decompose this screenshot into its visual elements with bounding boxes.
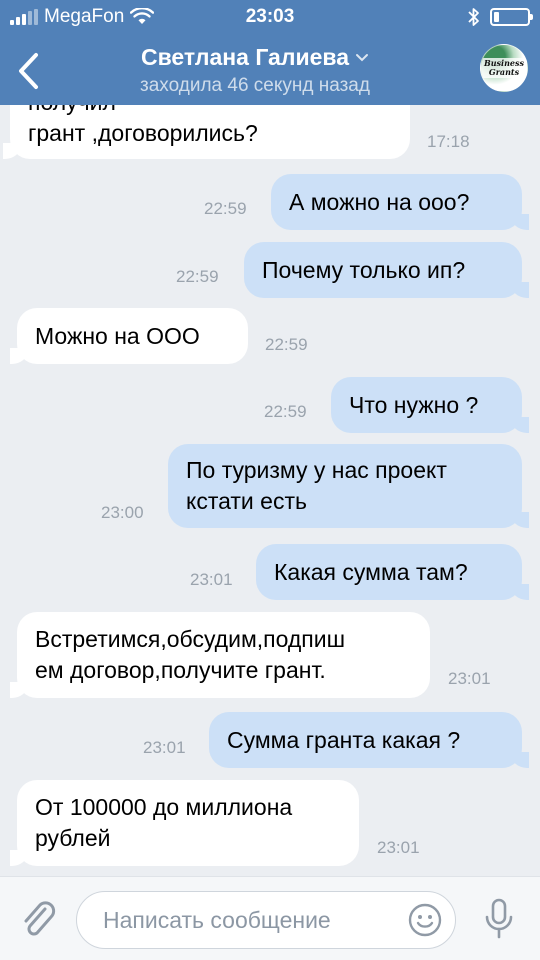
message-text: Какая сумма там?: [274, 558, 468, 585]
avatar[interactable]: Business Grants: [480, 44, 528, 92]
message-time: 23:01: [377, 838, 420, 857]
message-time: 22:59: [265, 335, 308, 354]
message-time: 23:01: [143, 738, 186, 757]
message-time: 22:59: [264, 402, 307, 421]
status-right: [468, 7, 533, 27]
message-time: 23:00: [101, 503, 144, 522]
smiley-icon: [408, 903, 442, 937]
message-bubble[interactable]: Можно на ООО: [10, 308, 248, 364]
battery-icon: [490, 8, 533, 26]
message-composer: Написать сообщение: [0, 876, 540, 960]
message-bubble[interactable]: получил грант ,договорились?: [3, 105, 410, 159]
chat-header: MegaFon 23:03 Светлана Галиева заходила …: [0, 0, 540, 105]
emoji-button[interactable]: [408, 903, 442, 937]
message-bubble[interactable]: От 100000 до миллиона рублей: [10, 780, 359, 866]
status-time: 23:03: [245, 6, 295, 27]
message-time: 22:59: [204, 199, 247, 218]
message-bubble[interactable]: А можно на ооо?: [271, 174, 529, 230]
message-time: 23:01: [448, 669, 491, 688]
message-time: 23:01: [190, 570, 233, 589]
message-time: 17:18: [427, 132, 470, 151]
message-text: От 100000 до миллиона рублей: [35, 794, 293, 851]
avatar-logo-text: Business Grants: [481, 58, 527, 78]
message-input-placeholder: Написать сообщение: [103, 906, 331, 933]
message-text: Встретимся,обсудим,подпиш ем договор,пол…: [35, 626, 346, 683]
message-list[interactable]: получил грант ,договорились? 17:18 А мож…: [0, 105, 540, 876]
message-bubble[interactable]: Что нужно ?: [331, 377, 529, 433]
contact-info[interactable]: Светлана Галиева заходила 46 секунд наза…: [60, 44, 450, 97]
microphone-icon: [485, 898, 513, 939]
chevron-left-icon: [19, 53, 38, 89]
contact-status: заходила 46 секунд назад: [140, 75, 370, 96]
paperclip-icon: [24, 901, 56, 936]
contact-name: Светлана Галиева: [140, 44, 350, 70]
chevron-down-icon: [356, 53, 369, 61]
bluetooth-icon: [468, 8, 479, 26]
status-bar: MegaFon 23:03: [0, 0, 540, 34]
message-bubble[interactable]: Почему только ип?: [244, 242, 529, 298]
message-text: Что нужно ?: [349, 391, 479, 418]
message-text: А можно на ооо?: [289, 188, 470, 215]
message-text: Сумма гранта какая ?: [227, 726, 461, 753]
back-button[interactable]: [10, 50, 46, 92]
contact-name-row: Светлана Галиева: [141, 44, 369, 71]
message-bubble[interactable]: Сумма гранта какая ?: [209, 712, 529, 768]
message-time: 22:59: [176, 267, 219, 286]
message-bubble[interactable]: По туризму у нас проект кстати есть: [168, 444, 529, 528]
microphone-button[interactable]: [484, 897, 514, 941]
message-bubble[interactable]: Какая сумма там?: [256, 544, 529, 600]
message-text: Почему только ип?: [262, 256, 466, 283]
message-bubble[interactable]: Встретимся,обсудим,подпиш ем договор,пол…: [10, 612, 430, 698]
message-text: По туризму у нас проект кстати есть: [186, 457, 447, 514]
message-text: Можно на ООО: [35, 322, 200, 349]
message-input[interactable]: Написать сообщение: [76, 891, 456, 949]
message-text: получил грант ,договорились?: [28, 105, 258, 146]
attach-button[interactable]: [18, 897, 58, 941]
